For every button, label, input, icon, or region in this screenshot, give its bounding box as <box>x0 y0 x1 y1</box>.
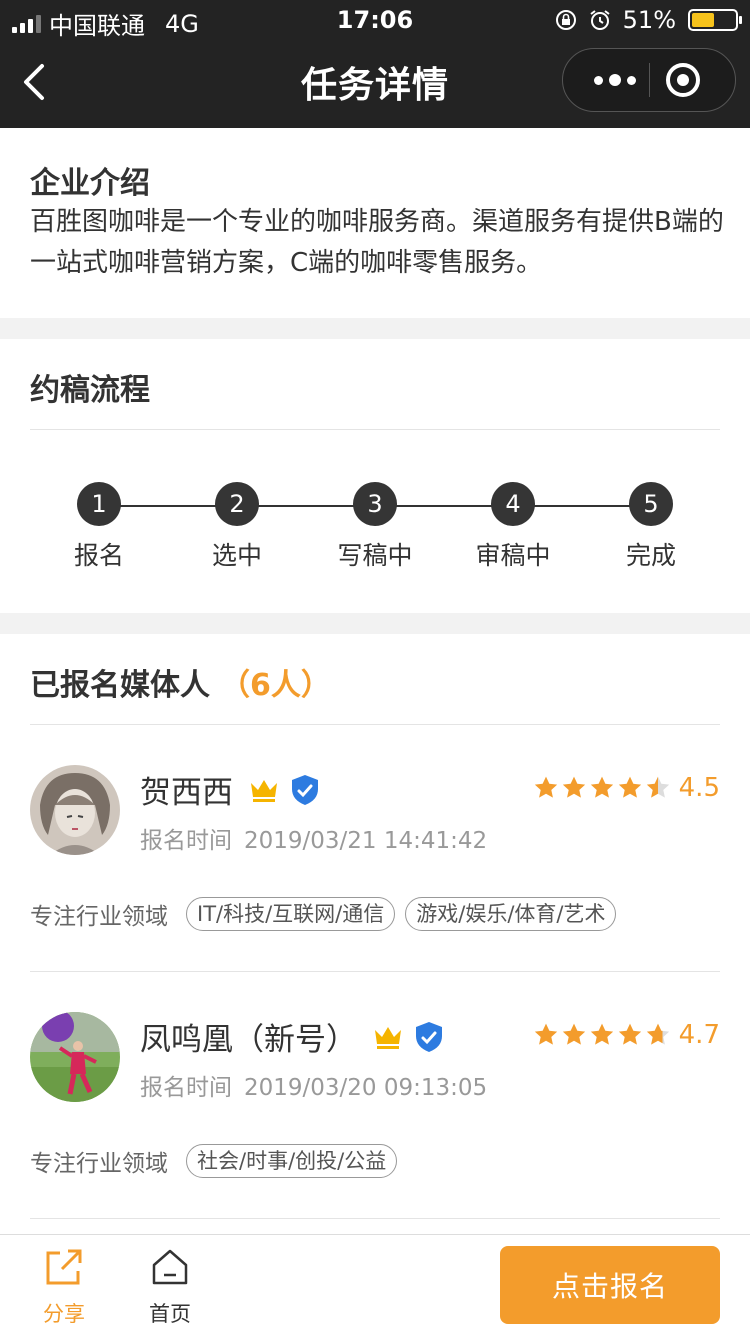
industry-field-label: 专注行业领域 <box>30 1151 168 1177</box>
star-icon <box>618 776 641 798</box>
industry-field-row: 专注行业领域 IT/科技/互联网/通信 游戏/娱乐/体育/艺术 <box>30 897 626 931</box>
verified-shield-icon <box>292 774 318 805</box>
signup-time: 2019/03/20 09:13:05 <box>244 1075 488 1101</box>
step-label: 报名 <box>73 541 124 570</box>
home-label: 首页 <box>149 1302 191 1326</box>
step-4: 4 审稿中 <box>453 482 573 572</box>
more-button[interactable] <box>583 49 647 111</box>
star-icon <box>590 776 613 798</box>
step-number: 4 <box>491 482 535 526</box>
star-icon <box>590 1023 613 1045</box>
alarm-icon <box>589 9 611 31</box>
step-label: 写稿中 <box>337 541 413 570</box>
intro-text: 百胜图咖啡是一个专业的咖啡服务商。渠道服务有提供B端的一站式咖啡营销方案，C端的… <box>30 207 724 278</box>
applicant-card[interactable]: 凤鸣凰（新号） 4.7 报名时间 2019/03/20 09:13:05 专注行业… <box>0 1012 750 1234</box>
industry-field-row: 专注行业领域 社会/时事/创投/公益 <box>30 1144 407 1178</box>
rating-stars <box>533 1022 673 1048</box>
step-label: 完成 <box>625 541 676 570</box>
star-icon <box>646 1023 669 1045</box>
top-bar: 中国联通 4G 17:06 51% 任务详情 <box>0 0 750 128</box>
crown-icon <box>375 1026 401 1049</box>
signup-time-row: 报名时间 2019/03/20 09:13:05 <box>140 1068 487 1102</box>
industry-tag: IT/科技/互联网/通信 <box>186 897 396 931</box>
avatar[interactable] <box>30 765 120 855</box>
signup-time-row: 报名时间 2019/03/21 14:41:42 <box>140 821 487 855</box>
divider <box>30 971 720 972</box>
applicant-card[interactable]: 贺西西 4.5 报名时间 2019/03/21 14:41:42 专注行业领域 I… <box>0 765 750 1005</box>
step-number: 3 <box>353 482 397 526</box>
step-5: 5 完成 <box>591 482 711 572</box>
battery-percent: 51% <box>622 6 676 34</box>
star-icon <box>534 1023 557 1045</box>
industry-field-label: 专注行业领域 <box>30 904 168 930</box>
intro-title: 企业介绍 <box>30 166 150 201</box>
applicants-title-label: 已报名媒体人 <box>30 668 210 703</box>
apply-button[interactable]: 点击报名 <box>500 1246 720 1324</box>
step-2: 2 选中 <box>177 482 297 572</box>
divider <box>30 429 720 430</box>
applicants-title: 已报名媒体人 （6人） <box>30 660 331 704</box>
close-miniprogram-button[interactable] <box>651 49 715 111</box>
applicants-count: （6人） <box>220 668 331 703</box>
applicant-name-row: 贺西西 <box>140 767 319 812</box>
industry-tag: 游戏/娱乐/体育/艺术 <box>405 897 617 931</box>
share-label: 分享 <box>43 1302 85 1326</box>
star-icon <box>562 776 585 798</box>
crown-icon <box>251 779 277 802</box>
avatar[interactable] <box>30 1012 120 1102</box>
divider <box>30 724 720 725</box>
step-label: 选中 <box>211 541 262 570</box>
bottom-bar: 分享 首页 点击报名 <box>0 1234 750 1334</box>
flow-section: 约稿流程 1 报名 2 选中 3 写稿中 4 审稿中 5 完成 <box>0 339 750 613</box>
rating-stars <box>533 775 673 801</box>
step-3: 3 写稿中 <box>315 482 435 572</box>
rotation-lock-icon <box>555 9 577 31</box>
signup-time-label: 报名时间 <box>140 828 232 854</box>
company-intro-section: 企业介绍 百胜图咖啡是一个专业的咖啡服务商。渠道服务有提供B端的一站式咖啡营销方… <box>0 128 750 318</box>
rating: 4.5 <box>533 773 720 803</box>
signup-time-label: 报名时间 <box>140 1075 232 1101</box>
star-icon <box>646 776 669 798</box>
star-icon <box>534 776 557 798</box>
industry-tag: 社会/时事/创投/公益 <box>186 1144 398 1178</box>
step-1: 1 报名 <box>39 482 159 572</box>
home-icon <box>152 1249 188 1285</box>
rating-value: 4.7 <box>678 1020 720 1050</box>
star-icon <box>562 1023 585 1045</box>
step-number: 2 <box>215 482 259 526</box>
battery-icon <box>688 9 742 31</box>
step-number: 1 <box>77 482 121 526</box>
share-button[interactable]: 分享 <box>29 1247 99 1328</box>
flow-title: 约稿流程 <box>30 373 150 408</box>
step-number: 5 <box>629 482 673 526</box>
signup-time: 2019/03/21 14:41:42 <box>244 828 488 854</box>
applicant-name: 凤鸣凰（新号） <box>140 1022 357 1058</box>
applicant-name: 贺西西 <box>140 775 233 811</box>
step-label: 审稿中 <box>475 541 551 570</box>
divider <box>30 1218 720 1219</box>
star-icon <box>618 1023 641 1045</box>
status-bar: 中国联通 4G 17:06 51% <box>0 0 750 40</box>
verified-shield-icon <box>416 1021 442 1052</box>
applicants-section: 已报名媒体人 （6人） 贺西西 4.5 报名时间 2019/03/21 14:4… <box>0 634 750 1234</box>
home-button[interactable]: 首页 <box>135 1247 205 1328</box>
applicant-name-row: 凤鸣凰（新号） <box>140 1014 443 1059</box>
rating-value: 4.5 <box>678 773 720 803</box>
share-icon <box>46 1249 82 1285</box>
menu-capsule <box>562 48 736 112</box>
rating: 4.7 <box>533 1020 720 1050</box>
